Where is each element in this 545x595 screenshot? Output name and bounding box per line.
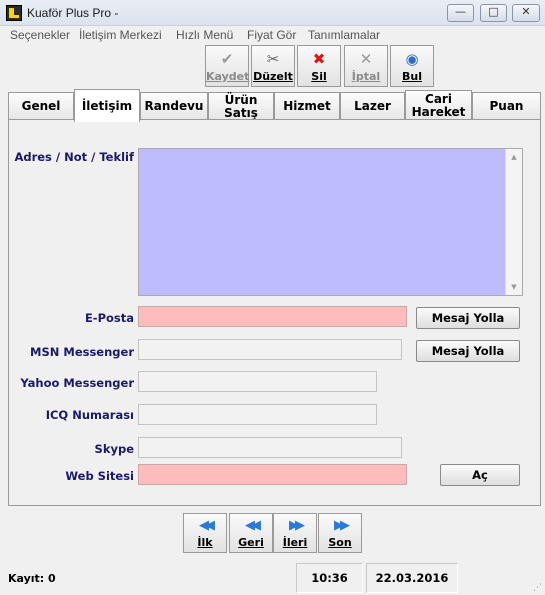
save-button[interactable]: ✔ Kaydet [205,45,249,87]
menu-item-tanimlamalar[interactable]: Tanımlamalar [308,28,380,42]
resize-grip-icon[interactable]: ⋰ [533,583,543,593]
send-email-button[interactable]: Mesaj Yolla [416,307,520,329]
close-icon: ✕ [521,5,531,18]
email-field[interactable] [138,306,407,327]
find-button-label: Bul [402,70,422,83]
maximize-icon: □ [488,5,499,18]
app-logo-icon [6,5,22,21]
icq-label: ICQ Numarası [45,408,134,422]
website-field[interactable] [138,464,407,485]
cancel-icon: ✕ [359,50,373,68]
website-label: Web Sitesi [65,469,134,483]
delete-button[interactable]: ✖ Sil [297,45,341,87]
title-bar: Kuaför Plus Pro - — □ ✕ [0,0,545,26]
tab-urun-satis[interactable]: Ürün Satış [208,92,274,120]
next-record-button[interactable]: ▶▶ İleri [273,513,317,553]
tab-randevu[interactable]: Randevu [140,92,208,120]
first-record-label: İlk [197,536,213,549]
scroll-up-icon[interactable]: ▲ [506,153,522,161]
skype-label: Skype [94,442,134,456]
check-icon: ✔ [220,50,234,68]
previous-icon: ◀◀ [245,518,261,533]
close-button[interactable]: ✕ [512,4,540,22]
tab-hizmet[interactable]: Hizmet [274,92,340,120]
previous-record-label: Geri [238,536,264,549]
icq-field[interactable] [138,404,377,425]
menu-bar: Seçenekler İletişim Merkezi Hızlı Menü F… [0,26,545,44]
yahoo-field[interactable] [138,371,377,392]
status-date: 22.03.2016 [366,563,458,593]
tab-lazer[interactable]: Lazer [340,92,405,120]
delete-button-label: Sil [311,70,327,83]
address-textarea[interactable]: ▲ ▼ [138,148,523,296]
menu-item-iletisim-merkezi[interactable]: İletişim Merkezi [79,28,162,42]
yahoo-label: Yahoo Messenger [20,376,134,390]
first-icon: ◀◀ [199,518,215,533]
tab-cari-hareket[interactable]: Cari Hareket [405,90,472,120]
msn-label: MSN Messenger [30,345,134,359]
scroll-down-icon[interactable]: ▼ [506,283,522,291]
menu-item-hizli-menu[interactable]: Hızlı Menü [176,28,233,42]
find-button[interactable]: ◉ Bul [390,45,434,87]
last-icon: ▶▶ [334,518,350,533]
minimize-button[interactable]: — [447,4,474,22]
save-button-label: Kaydet [206,70,250,83]
cancel-button-label: İptal [351,70,381,83]
send-msn-button[interactable]: Mesaj Yolla [416,340,520,362]
msn-field[interactable] [138,339,402,360]
tab-genel[interactable]: Genel [8,92,74,120]
delete-icon: ✖ [312,50,326,68]
cancel-button[interactable]: ✕ İptal [344,45,388,87]
tab-iletisim[interactable]: İletişim [74,89,140,122]
open-website-button[interactable]: Aç [440,464,520,486]
first-record-button[interactable]: ◀◀ İlk [183,513,227,553]
edit-button[interactable]: ✂ Düzelt [251,45,295,87]
edit-button-label: Düzelt [253,70,293,83]
email-label: E-Posta [84,311,134,325]
menu-item-secenekler[interactable]: Seçenekler [10,28,70,42]
last-record-button[interactable]: ▶▶ Son [318,513,362,553]
address-label: Adres / Not / Teklif [14,150,134,164]
minimize-icon: — [455,5,466,18]
status-bar: Kayıt: 0 10:36 22.03.2016 ⋰ [0,562,545,595]
eye-icon: ◉ [405,50,419,68]
window-title: Kuaför Plus Pro - [27,6,119,20]
record-count: Kayıt: 0 [8,572,56,585]
skype-field[interactable] [138,437,402,458]
next-record-label: İleri [282,536,308,549]
last-record-label: Son [328,536,352,549]
status-time: 10:36 [296,563,363,593]
tools-icon: ✂ [266,50,280,68]
next-icon: ▶▶ [289,518,305,533]
maximize-button[interactable]: □ [480,4,507,22]
previous-record-button[interactable]: ◀◀ Geri [229,513,273,553]
address-scrollbar[interactable]: ▲ ▼ [505,149,522,295]
tab-puan[interactable]: Puan [472,92,541,120]
menu-item-fiyat-gor[interactable]: Fiyat Gör [247,28,296,42]
